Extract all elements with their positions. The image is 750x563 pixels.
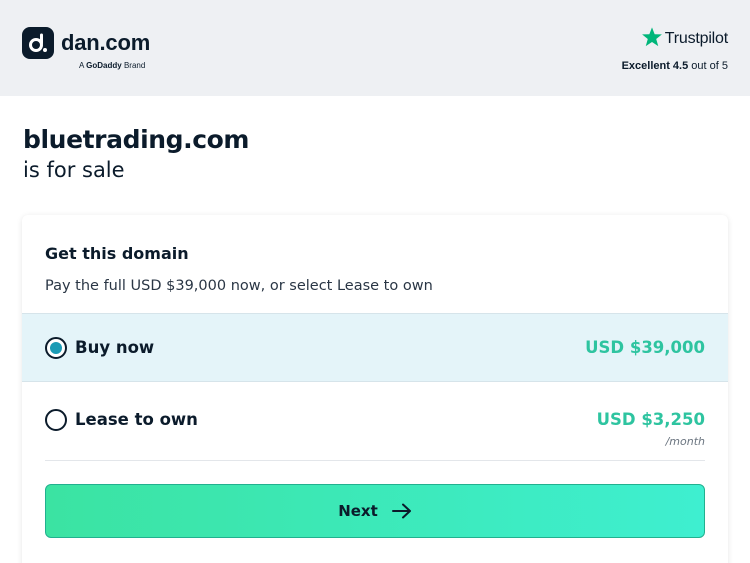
buy-now-radio[interactable] bbox=[45, 337, 67, 359]
star-icon bbox=[641, 26, 663, 52]
buy-now-label: Buy now bbox=[75, 338, 155, 357]
for-sale-subtitle: is for sale bbox=[23, 158, 125, 182]
site-header: dan.com A GoDaddy Brand Trustpilot Excel… bbox=[0, 0, 750, 96]
domain-name: bluetrading.com bbox=[23, 125, 250, 154]
arrow-right-icon bbox=[391, 503, 412, 519]
next-button[interactable]: Next bbox=[45, 484, 705, 538]
option-buy-now[interactable]: Buy now USD $39,000 bbox=[22, 313, 728, 382]
trustpilot-rating: Excellent 4.5 out of 5 bbox=[622, 60, 728, 72]
divider bbox=[45, 460, 705, 461]
brand-prefix: A bbox=[79, 61, 84, 70]
trustpilot-badge[interactable]: Trustpilot Excellent 4.5 out of 5 bbox=[622, 26, 728, 72]
brand-name: dan.com bbox=[61, 30, 151, 55]
lease-to-own-radio[interactable] bbox=[45, 409, 67, 431]
lease-price: USD $3,250 bbox=[596, 410, 705, 429]
dan-logo-icon bbox=[22, 27, 54, 59]
brand-owner: GoDaddy bbox=[86, 61, 122, 70]
card-description: Pay the full USD $39,000 now, or select … bbox=[45, 278, 433, 294]
lease-period: /month bbox=[665, 435, 705, 448]
trustpilot-name: Trustpilot bbox=[664, 30, 728, 47]
brand-subline: A GoDaddy Brand bbox=[79, 61, 145, 70]
option-lease-to-own[interactable]: Lease to own USD $3,250 /month bbox=[22, 382, 728, 461]
rating-label: Excellent 4.5 bbox=[621, 60, 689, 72]
card-title: Get this domain bbox=[45, 244, 189, 263]
purchase-card: Get this domain Pay the full USD $39,000… bbox=[22, 215, 728, 563]
dan-logo[interactable]: dan.com bbox=[22, 27, 150, 59]
lease-to-own-label: Lease to own bbox=[75, 410, 198, 429]
brand-suffix: Brand bbox=[123, 61, 146, 70]
buy-now-price: USD $39,000 bbox=[585, 338, 705, 357]
next-button-label: Next bbox=[338, 502, 378, 520]
rating-suffix: out of 5 bbox=[691, 60, 728, 72]
